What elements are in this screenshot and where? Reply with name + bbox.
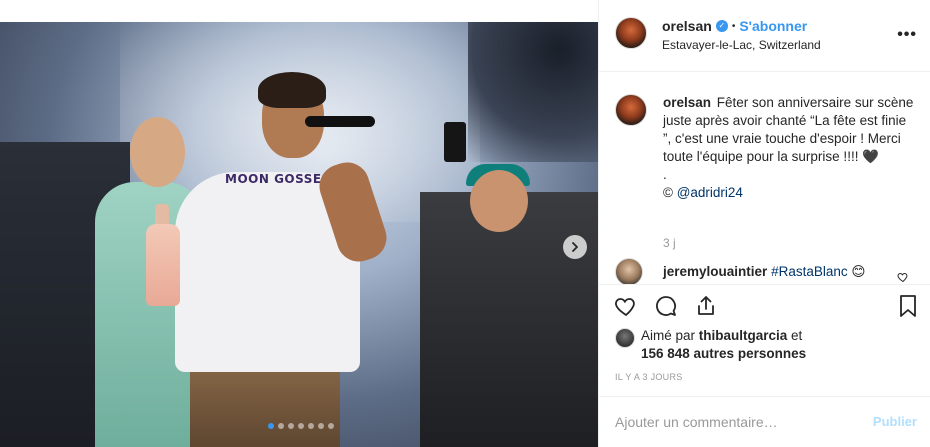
comment-text: jeremylouaintier #RastaBlanc 😊 — [663, 264, 865, 280]
next-arrow-icon[interactable] — [563, 235, 587, 259]
verified-icon: ✓ — [715, 20, 728, 32]
carousel-dot — [298, 423, 304, 429]
bottle — [146, 224, 180, 306]
username-link[interactable]: orelsan — [662, 18, 712, 34]
commenter-avatar[interactable] — [615, 258, 643, 284]
caption-text: orelsan Fêter son anniversaire sur scène… — [663, 94, 915, 202]
stage-lights — [468, 22, 598, 162]
share-icon[interactable] — [693, 293, 719, 319]
likes-line-1: Aimé par thibaultgarcia et — [641, 328, 802, 343]
avatar[interactable] — [615, 17, 647, 49]
microphone — [305, 116, 375, 127]
person-cap-head — [470, 170, 528, 232]
credit-mention[interactable]: @adridri24 — [677, 185, 743, 200]
bookmark-icon[interactable] — [895, 293, 921, 319]
post-timestamp[interactable]: IL Y A 3 JOURS — [615, 372, 683, 382]
liker-username[interactable]: thibaultgarcia — [699, 328, 788, 343]
location-link[interactable]: Estavayer-le-Lac, Switzerland — [662, 38, 821, 52]
carousel-dot — [278, 423, 284, 429]
crowd-right — [420, 192, 598, 447]
caption-dot: . — [663, 167, 667, 182]
singer-hair — [258, 72, 326, 108]
comment-emoji: 😊 — [851, 264, 866, 279]
phone-in-hand — [444, 122, 466, 162]
carousel-dot — [288, 423, 294, 429]
comment-row: jeremylouaintier #RastaBlanc 😊 — [615, 258, 915, 284]
carousel-dot — [318, 423, 324, 429]
person-green-head — [130, 117, 185, 187]
action-bar — [599, 284, 930, 328]
carousel-dot — [328, 423, 334, 429]
liker-avatar[interactable] — [615, 328, 635, 348]
shirt-logo: MOON GOSSE — [225, 172, 322, 186]
publish-button[interactable]: Publier — [873, 414, 917, 429]
carousel-dots — [268, 423, 334, 429]
likes-summary: Aimé par thibaultgarcia et 156 848 autre… — [615, 328, 915, 368]
likes-conj: et — [787, 328, 803, 343]
likes-others[interactable]: 156 848 autres personnes — [641, 346, 806, 361]
comment-like-icon[interactable] — [897, 270, 909, 284]
caption-area: orelsan Fêter son anniversaire sur scène… — [599, 72, 930, 284]
carousel-dot — [268, 423, 274, 429]
more-icon[interactable]: ••• — [897, 26, 917, 44]
comment-hashtag[interactable]: #RastaBlanc — [771, 264, 848, 279]
caption-avatar[interactable] — [615, 94, 647, 126]
comment-input[interactable] — [615, 411, 855, 433]
comment-composer: Publier — [599, 396, 930, 447]
likes-prefix: Aimé par — [641, 328, 699, 343]
caption-age[interactable]: 3 j — [663, 236, 676, 250]
credit-prefix: © — [663, 185, 677, 200]
caption-credit: © @adridri24 — [663, 184, 915, 202]
post-photo[interactable]: MOON GOSSE — [0, 22, 598, 447]
comment-username[interactable]: jeremylouaintier — [663, 264, 767, 279]
post-sidebar: orelsan ✓ • S'abonner Estavayer-le-Lac, … — [598, 0, 930, 447]
comment-icon[interactable] — [653, 293, 679, 319]
caption-username[interactable]: orelsan — [663, 95, 711, 110]
heart-icon[interactable] — [613, 293, 639, 319]
follow-button[interactable]: S'abonner — [739, 18, 807, 34]
header-user-line: orelsan ✓ • S'abonner — [662, 18, 807, 34]
separator-dot: • — [731, 20, 736, 32]
carousel-dot — [308, 423, 314, 429]
post-header: orelsan ✓ • S'abonner Estavayer-le-Lac, … — [599, 0, 930, 72]
